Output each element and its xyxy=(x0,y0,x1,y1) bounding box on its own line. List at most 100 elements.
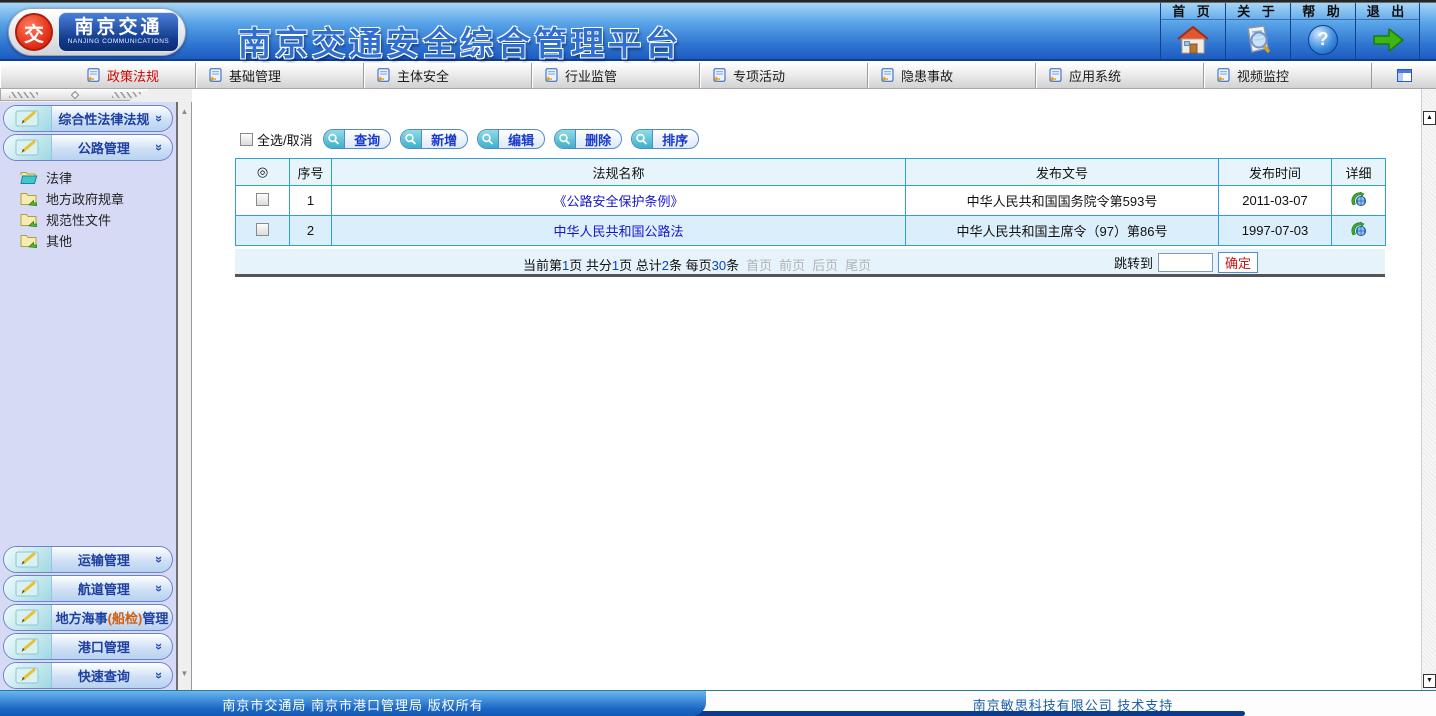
sidebar-group-local-maritime-management[interactable]: 地方海事(船检)管理 xyxy=(3,604,173,631)
folder-icon xyxy=(20,233,38,248)
sidebar-item-normative-documents[interactable]: 规范性文件 xyxy=(20,209,176,230)
regulation-link[interactable]: 中华人民共和国公路法 xyxy=(553,224,683,239)
row-date: 1997-07-03 xyxy=(1219,216,1332,246)
layout-window-button[interactable] xyxy=(1372,63,1436,88)
last-page-link[interactable]: 尾页 xyxy=(845,258,871,273)
scroll-up-icon[interactable]: ▲ xyxy=(1423,111,1436,125)
scroll-down-icon[interactable]: ▼ xyxy=(178,669,191,678)
exit-label[interactable]: 退 出 xyxy=(1356,3,1419,20)
sort-button[interactable]: 排序 xyxy=(631,129,699,149)
table-header-row: ◎ 序号 法规名称 发布文号 发布时间 详细 xyxy=(236,159,1386,186)
tab-hidden-danger-accidents[interactable]: 隐患事故 xyxy=(868,63,1036,88)
question-mark-glyph: ? xyxy=(1308,25,1338,55)
row-doc-no: 中华人民共和国主席令（97）第86号 xyxy=(906,216,1219,246)
nanjing-traffic-emblem-icon: 交 xyxy=(15,13,53,51)
content-scrollbar[interactable]: ▲ ▼ xyxy=(1421,89,1436,690)
tab-label[interactable]: 应用系统 xyxy=(1069,66,1121,85)
tab-label[interactable]: 隐患事故 xyxy=(901,66,953,85)
detail-globe-icon[interactable] xyxy=(1350,221,1367,237)
delete-button[interactable]: 删除 xyxy=(554,129,622,149)
page-title: 南京交通安全综合管理平台 xyxy=(238,17,682,65)
regulation-link[interactable]: 《公路安全保护条例》 xyxy=(553,194,683,209)
grip-hatch xyxy=(112,92,141,98)
brand-box: 南京交通 NANJING COMMUNICATIONS xyxy=(58,12,179,52)
sidebar-item-label[interactable]: 法律 xyxy=(46,168,72,187)
header-detail: 详细 xyxy=(1332,159,1386,186)
tab-label[interactable]: 政策法规 xyxy=(107,66,159,85)
footer-copyright: 南京市交通局 南京市港口管理局 版权所有 xyxy=(0,691,706,716)
tab-industry-supervision[interactable]: 行业监管 xyxy=(532,63,700,88)
row-checkbox[interactable] xyxy=(256,223,269,236)
tab-basic-management[interactable]: 基础管理 xyxy=(196,63,364,88)
tab-application-systems[interactable]: 应用系统 xyxy=(1036,63,1204,88)
row-name-cell: 中华人民共和国公路法 xyxy=(332,216,906,246)
sidebar-group-label: 公路管理 xyxy=(52,138,156,157)
tab-special-activities[interactable]: 专项活动 xyxy=(700,63,868,88)
row-select-cell xyxy=(236,186,290,216)
tab-label[interactable]: 基础管理 xyxy=(229,66,281,85)
sidebar-item-label[interactable]: 规范性文件 xyxy=(46,210,111,229)
edit-button[interactable]: 编辑 xyxy=(477,129,545,149)
tab-label[interactable]: 主体安全 xyxy=(397,66,449,85)
sidebar-item-label[interactable]: 地方政府规章 xyxy=(46,189,124,208)
magnifier-icon xyxy=(478,130,499,148)
help-menu-item[interactable]: 帮 助 ? xyxy=(1290,3,1355,59)
application-window: 交 南京交通 NANJING COMMUNICATIONS 南京交通安全综合管理… xyxy=(0,0,1436,716)
sidebar-item-law[interactable]: 法律 xyxy=(20,167,176,188)
scroll-up-icon[interactable]: ▲ xyxy=(178,107,191,116)
sidebar-group-comprehensive-laws[interactable]: 综合性法律法规 » xyxy=(3,105,173,132)
help-label[interactable]: 帮 助 xyxy=(1291,3,1355,20)
row-select-cell xyxy=(236,216,290,246)
sidebar-group-quick-query[interactable]: 快速查询 » xyxy=(3,662,173,689)
tab-policy-regulations[interactable]: 政策法规 xyxy=(0,63,196,88)
table-row: 2 中华人民共和国公路法 中华人民共和国主席令（97）第86号 1997-07-… xyxy=(236,216,1386,246)
scroll-down-icon[interactable]: ▼ xyxy=(1423,674,1436,688)
sidebar-group-waterway-management[interactable]: 航道管理 » xyxy=(3,575,173,602)
tab-label[interactable]: 视频监控 xyxy=(1237,66,1289,85)
prev-page-link[interactable]: 前页 xyxy=(779,258,805,273)
sidebar-submenu: 法律 地方政府规章 规范性文件 其他 xyxy=(0,162,176,255)
chevron-down-icon: » xyxy=(152,672,167,679)
jump-page-input[interactable] xyxy=(1158,253,1213,272)
tab-label[interactable]: 行业监管 xyxy=(565,66,617,85)
select-all-checkbox[interactable] xyxy=(240,133,253,146)
detail-globe-icon[interactable] xyxy=(1350,191,1367,207)
exit-icon[interactable] xyxy=(1370,20,1406,59)
sidebar-item-label[interactable]: 其他 xyxy=(46,231,72,250)
confirm-button[interactable]: 确定 xyxy=(1218,252,1258,273)
pagination-jump: 跳转到 确定 xyxy=(1114,252,1258,273)
home-label[interactable]: 首 页 xyxy=(1161,3,1225,20)
sidebar-scrollbar[interactable]: ▲ ▼ xyxy=(176,89,192,690)
next-page-link[interactable]: 后页 xyxy=(812,258,838,273)
about-label[interactable]: 关 于 xyxy=(1226,3,1290,20)
sidebar-item-local-gov-rules[interactable]: 地方政府规章 xyxy=(20,188,176,209)
notepad-pencil-icon xyxy=(4,106,52,131)
about-menu-item[interactable]: 关 于 xyxy=(1225,3,1290,59)
delete-button-label: 删除 xyxy=(576,130,621,148)
header-doc-number: 发布文号 xyxy=(906,159,1219,186)
header-publish-date: 发布时间 xyxy=(1219,159,1332,186)
query-button[interactable]: 查询 xyxy=(323,129,391,149)
sidebar-item-other[interactable]: 其他 xyxy=(20,230,176,251)
about-icon[interactable] xyxy=(1240,20,1276,59)
home-menu-item[interactable]: 首 页 xyxy=(1160,3,1225,59)
tab-label[interactable]: 专项活动 xyxy=(733,66,785,85)
sidebar-collapse-handle[interactable] xyxy=(0,89,150,101)
sort-button-label: 排序 xyxy=(653,130,698,148)
header-select-col: ◎ xyxy=(236,159,290,186)
sidebar-group-transport-management[interactable]: 运输管理 » xyxy=(3,546,173,573)
tab-subject-safety[interactable]: 主体安全 xyxy=(364,63,532,88)
document-tab-icon xyxy=(544,68,559,83)
add-button[interactable]: 新增 xyxy=(400,129,468,149)
sidebar-group-highway-management[interactable]: 公路管理 » xyxy=(3,134,173,161)
grip-strip xyxy=(0,89,192,102)
row-date: 2011-03-07 xyxy=(1219,186,1332,216)
first-page-link[interactable]: 首页 xyxy=(746,258,772,273)
exit-menu-item[interactable]: 退 出 xyxy=(1355,3,1420,59)
home-icon[interactable] xyxy=(1175,20,1211,59)
sidebar-group-port-management[interactable]: 港口管理 » xyxy=(3,633,173,660)
row-checkbox[interactable] xyxy=(256,193,269,206)
sidebar-group-label: 快速查询 xyxy=(52,666,156,685)
tab-video-monitoring[interactable]: 视频监控 xyxy=(1204,63,1372,88)
help-icon[interactable]: ? xyxy=(1308,20,1338,59)
